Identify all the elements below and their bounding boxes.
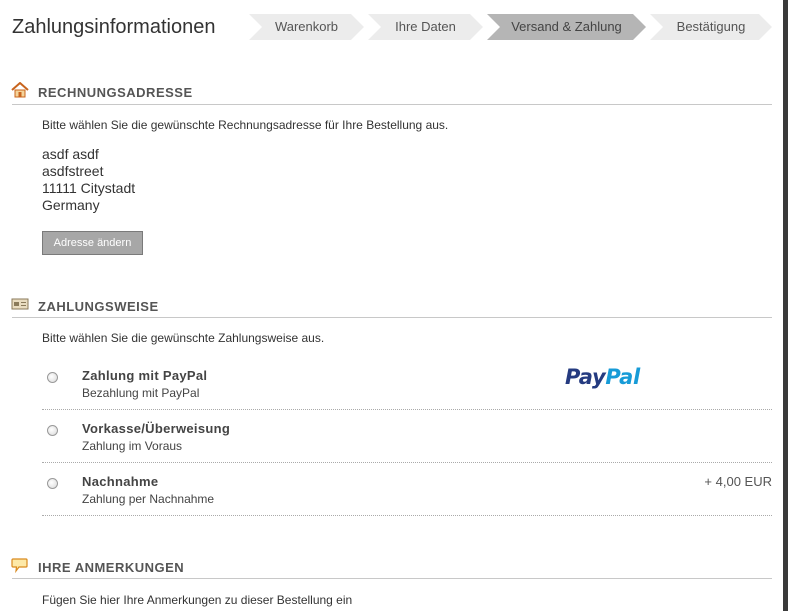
radio-paypal[interactable] <box>47 372 58 383</box>
step-versand-zahlung: Versand & Zahlung <box>487 14 646 40</box>
address-line: 11111 Citystadt <box>42 180 136 196</box>
home-icon <box>11 82 29 98</box>
payment-name: Vorkasse/Überweisung <box>82 421 231 436</box>
payment-fee: + 4,00 EUR <box>704 474 772 489</box>
page-title: Zahlungsinformationen <box>12 16 216 38</box>
payment-card-icon <box>11 298 29 310</box>
change-address-button[interactable]: Adresse ändern <box>42 231 143 255</box>
radio-vorkasse[interactable] <box>47 425 58 436</box>
option-divider <box>42 462 772 463</box>
payment-description: Zahlung im Voraus <box>82 439 183 453</box>
payment-description: Zahlung per Nachnahme <box>82 492 215 506</box>
step-bestaetigung: Bestätigung <box>650 14 772 40</box>
payment-description: Bezahlung mit PayPal <box>82 386 200 400</box>
comments-hint: Fügen Sie hier Ihre Anmerkungen zu diese… <box>42 593 353 607</box>
comments-divider <box>12 578 772 579</box>
scrollbar[interactable] <box>783 0 788 611</box>
step-ihre-daten[interactable]: Ihre Daten <box>368 14 483 40</box>
address-line: Germany <box>42 197 100 213</box>
comments-section-title: IHRE ANMERKUNGEN <box>38 560 185 575</box>
radio-nachnahme[interactable] <box>47 478 58 489</box>
billing-divider <box>12 104 772 105</box>
payment-section-title: ZAHLUNGSWEISE <box>38 299 159 314</box>
address-line: asdf asdf <box>42 146 99 162</box>
address-line: asdfstreet <box>42 163 104 179</box>
billing-section-title: RECHNUNGSADRESSE <box>38 85 193 100</box>
speech-bubble-icon <box>11 558 28 573</box>
option-divider <box>42 409 772 410</box>
payment-name: Nachnahme <box>82 474 159 489</box>
payment-divider <box>12 317 772 318</box>
checkout-panel: Zahlungsinformationen Warenkorb Ihre Dat… <box>0 0 783 611</box>
paypal-logo: PayPal <box>565 365 640 389</box>
option-divider <box>42 515 772 516</box>
billing-hint: Bitte wählen Sie die gewünschte Rechnung… <box>42 118 449 132</box>
payment-name: Zahlung mit PayPal <box>82 368 208 383</box>
payment-hint: Bitte wählen Sie die gewünschte Zahlungs… <box>42 331 325 345</box>
step-warenkorb[interactable]: Warenkorb <box>249 14 364 40</box>
